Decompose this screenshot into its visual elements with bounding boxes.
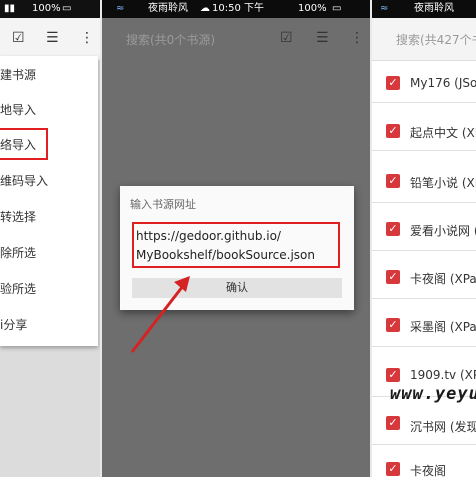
source-name: 卡夜阁 — [410, 464, 447, 477]
left-panel: ▮▮ 100% ▭ ☑ ☰ ⋮ 建书源 地导入 络导入 维码导入 转选择 除所选… — [0, 0, 100, 477]
confirm-button[interactable]: 确认 — [132, 278, 342, 298]
app-logo-icon: ≈ — [116, 3, 125, 14]
row-divider — [372, 150, 476, 151]
toolbar: 搜索(共427个书 — [372, 18, 476, 61]
menu-item-qr-import[interactable]: 维码导入 — [0, 164, 96, 198]
source-checkbox[interactable]: ✓ — [386, 124, 400, 138]
search-input[interactable]: 搜索(共0个书源) — [126, 31, 215, 48]
row-divider — [372, 298, 476, 299]
middle-panel: ≈ 夜雨聆风 ☁ 10:50 下午 100% ▭ 搜索(共0个书源) ☑ ☰ ⋮… — [102, 0, 370, 477]
source-name: 沉书网 (发现) — [410, 420, 476, 434]
row-divider — [372, 444, 476, 445]
status-bar: ≈ 夜雨聆风 ☁ 10:50 下午 100% ▭ — [102, 0, 370, 18]
menu-item-invert-selection[interactable]: 转选择 — [0, 200, 96, 234]
source-name: 卡夜阁 (XPath) — [410, 272, 476, 286]
source-name: 采墨阁 (XPath — [410, 320, 476, 334]
source-checkbox[interactable]: ✓ — [386, 222, 400, 236]
menu-item-check-selected[interactable]: 验所选 — [0, 272, 96, 306]
clock: 10:50 下午 — [212, 3, 264, 14]
battery-text: 100% — [32, 3, 61, 14]
signal-icon: ▮▮ — [4, 3, 16, 14]
status-bar: ▮▮ 100% ▭ — [0, 0, 100, 18]
menu-item-local-import[interactable]: 地导入 — [0, 93, 96, 127]
app-name: 夜雨聆风 — [414, 3, 454, 14]
more-vert-icon[interactable]: ⋮ — [80, 30, 94, 46]
search-input[interactable]: 搜索(共427个书 — [396, 31, 476, 48]
source-name: My176 (JSon) — [410, 76, 476, 90]
menu-item-delete-selected[interactable]: 除所选 — [0, 236, 96, 270]
app-logo-icon: ≈ — [380, 3, 389, 14]
dropdown-menu: 建书源 地导入 络导入 维码导入 转选择 除所选 验所选 i分享 — [0, 56, 98, 346]
checklist-icon[interactable]: ☑ — [280, 30, 293, 46]
battery-text: 100% — [298, 3, 327, 14]
row-divider — [372, 250, 476, 251]
dialog-title: 输入书源网址 — [130, 198, 196, 211]
source-name: 爱看小说网 (X — [410, 224, 476, 238]
status-bar: ≈ 夜雨聆风 — [372, 0, 476, 18]
url-highlight-box — [132, 222, 340, 268]
checklist-icon[interactable]: ☑ — [12, 30, 25, 46]
source-name: 起点中文 (XPat — [410, 126, 476, 140]
toolbar: ☑ ☰ ⋮ — [0, 18, 100, 61]
dialog: 输入书源网址 https://gedoor.github.io/ MyBooks… — [120, 186, 354, 310]
source-checkbox[interactable]: ✓ — [386, 76, 400, 90]
toolbar: 搜索(共0个书源) ☑ ☰ ⋮ — [102, 18, 370, 60]
row-divider — [372, 102, 476, 103]
more-vert-icon[interactable]: ⋮ — [350, 30, 364, 46]
app-name: 夜雨聆风 — [148, 3, 188, 14]
source-name: 1909.tv (XPath — [410, 368, 476, 382]
weather-icon: ☁ — [200, 3, 210, 14]
menu-item-share[interactable]: i分享 — [0, 308, 96, 342]
source-checkbox[interactable]: ✓ — [386, 416, 400, 430]
source-checkbox[interactable]: ✓ — [386, 174, 400, 188]
menu-item-new-source[interactable]: 建书源 — [0, 58, 96, 92]
highlight-box — [0, 128, 48, 160]
battery-icon: ▭ — [332, 3, 342, 14]
source-checkbox[interactable]: ✓ — [386, 270, 400, 284]
source-checkbox[interactable]: ✓ — [386, 368, 400, 382]
row-divider — [372, 346, 476, 347]
source-checkbox[interactable]: ✓ — [386, 318, 400, 332]
watermark: www.yeyu — [390, 384, 476, 404]
source-checkbox[interactable]: ✓ — [386, 462, 400, 476]
sort-icon[interactable]: ☰ — [316, 30, 329, 46]
sort-icon[interactable]: ☰ — [46, 30, 59, 46]
right-panel: ≈ 夜雨聆风 搜索(共427个书 ✓ My176 (JSon) ✓ 起点中文 (… — [372, 0, 476, 477]
row-divider — [372, 202, 476, 203]
battery-icon: ▭ — [62, 3, 72, 14]
source-name: 铅笔小说 (XPa — [410, 176, 476, 190]
